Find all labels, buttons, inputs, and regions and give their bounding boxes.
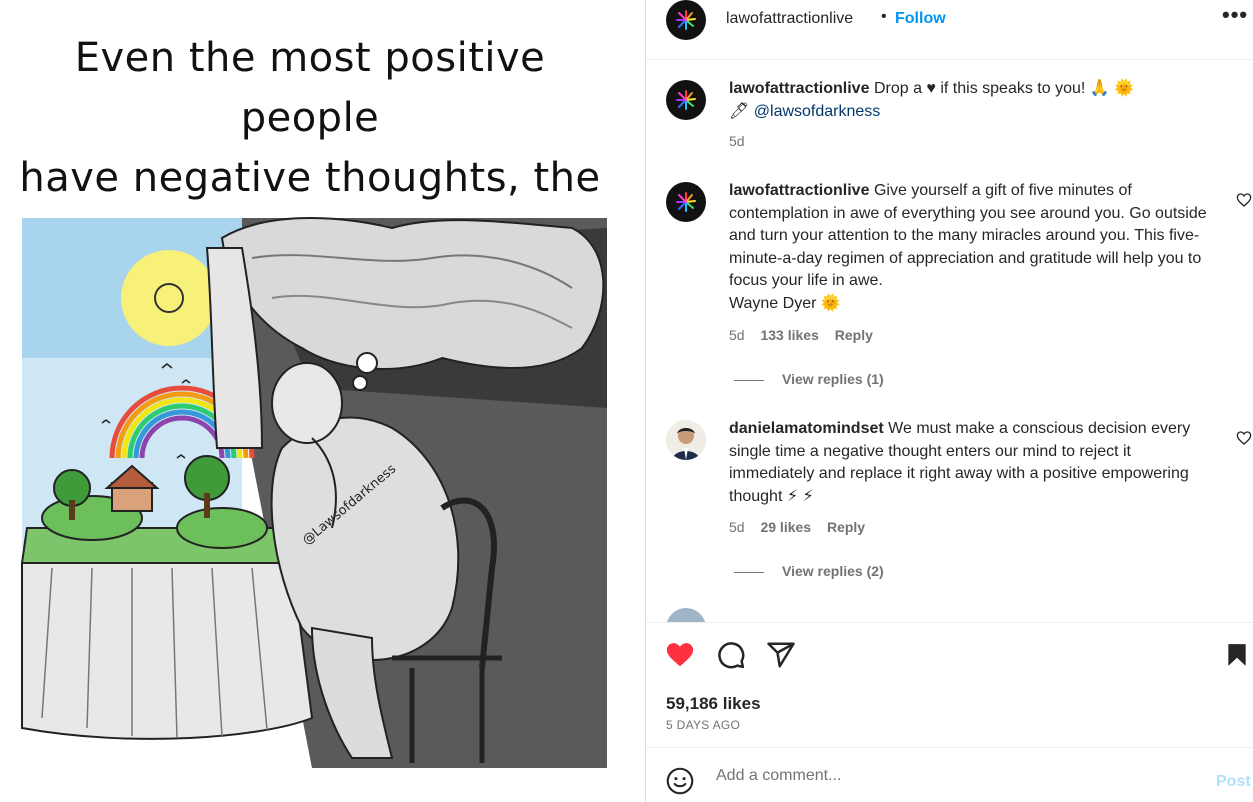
starburst-logo-icon <box>676 10 696 30</box>
comment-signature: Wayne Dyer 🌞 <box>729 294 841 312</box>
starburst-logo-icon <box>676 90 696 110</box>
view-replies-button[interactable]: View replies (1) <box>734 371 884 387</box>
comment-time: 5d <box>729 327 745 343</box>
comment-time: 5d <box>729 519 745 535</box>
share-icon[interactable] <box>766 640 796 670</box>
post-header: lawofattractionlive • Follow ••• <box>646 0 1253 60</box>
post-comment-button[interactable]: Post <box>1216 773 1251 791</box>
comment-body: danielamatomindset We must make a consci… <box>729 418 1214 508</box>
view-replies-label: View replies (2) <box>782 563 884 579</box>
caption-text: lawofattractionlive Drop a ♥ if this spe… <box>729 78 1214 123</box>
comment-input[interactable] <box>716 764 1196 788</box>
comment-username[interactable]: danielamatomindset <box>729 420 884 437</box>
comment-meta: 5d <box>729 133 757 149</box>
divider-line <box>734 571 764 573</box>
caption-line-2: have negative thoughts, the <box>19 155 601 201</box>
mention-link[interactable]: @lawsofdarkness <box>754 103 881 120</box>
follow-button[interactable]: Follow <box>895 10 946 28</box>
divider-line <box>734 379 764 381</box>
comment-time: 5d <box>729 133 745 149</box>
avatar[interactable] <box>666 182 706 222</box>
separator-dot: • <box>881 8 887 25</box>
comment-item: lawofattractionlive Give yourself a gift… <box>646 180 1253 390</box>
caption-line-1: Even the most positive people <box>74 35 546 141</box>
post-author-username[interactable]: lawofattractionlive <box>726 10 853 28</box>
comment-meta: 5d 29 likes Reply <box>729 519 877 535</box>
likes-count[interactable]: 59,186 likes <box>666 694 761 714</box>
comment-meta: 5d 133 likes Reply <box>729 327 885 343</box>
avatar[interactable] <box>666 80 706 120</box>
comment-likes[interactable]: 133 likes <box>760 327 818 343</box>
post-detail-panel: lawofattractionlive • Follow ••• lawofat… <box>645 0 1253 802</box>
view-replies-button[interactable]: View replies (2) <box>734 563 884 579</box>
person-photo-icon <box>666 420 706 460</box>
caption-comment: lawofattractionlive Drop a ♥ if this spe… <box>646 78 1253 178</box>
emoji-icon[interactable] <box>666 767 694 795</box>
starburst-logo-icon <box>676 192 696 212</box>
add-comment-bar: Post <box>646 748 1253 802</box>
comment-item: danielamatomindset We must make a consci… <box>646 418 1253 622</box>
like-comment-heart-icon[interactable] <box>1236 430 1252 446</box>
view-replies-label: View replies (1) <box>782 371 884 387</box>
bookmark-filled-icon[interactable] <box>1224 640 1250 670</box>
illustration: @Lawsofdarkness <box>20 217 607 768</box>
more-options-icon[interactable]: ••• <box>1222 2 1248 28</box>
avatar[interactable] <box>666 608 706 622</box>
comment-body: lawofattractionlive Give yourself a gift… <box>729 180 1214 315</box>
post-timestamp: 5 DAYS AGO <box>666 718 741 732</box>
comment-item-partial <box>646 608 1253 622</box>
post-image[interactable]: Even the most positive people have negat… <box>0 0 645 802</box>
heart-filled-icon[interactable] <box>664 640 696 670</box>
avatar[interactable] <box>666 420 706 460</box>
reply-button[interactable]: Reply <box>835 327 873 343</box>
comment-likes[interactable]: 29 likes <box>760 519 811 535</box>
avatar[interactable] <box>666 0 706 40</box>
reply-button[interactable]: Reply <box>827 519 865 535</box>
comment-username[interactable]: lawofattractionlive <box>729 182 869 199</box>
comments-list[interactable]: lawofattractionlive Drop a ♥ if this spe… <box>646 60 1253 623</box>
post-actions: 59,186 likes 5 DAYS AGO <box>646 624 1253 748</box>
comment-username[interactable]: lawofattractionlive <box>729 80 869 97</box>
comment-text: Drop a ♥ if this speaks to you! 🙏 🌞 <box>873 80 1135 97</box>
like-comment-heart-icon[interactable] <box>1236 192 1252 208</box>
pen-icon: 🖊 <box>729 102 750 120</box>
comment-icon[interactable] <box>716 640 746 670</box>
